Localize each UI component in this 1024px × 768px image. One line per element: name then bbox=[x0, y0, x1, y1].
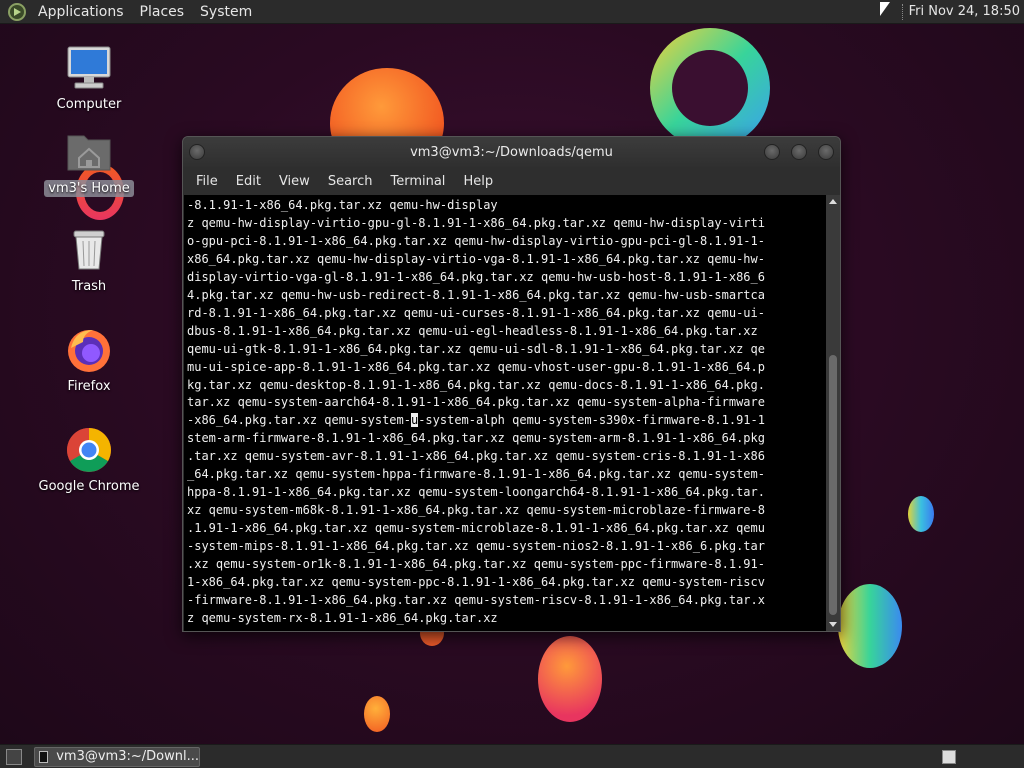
scroll-down-icon[interactable] bbox=[829, 622, 837, 627]
desktop-icon-home[interactable]: vm3's Home bbox=[34, 128, 144, 197]
clock[interactable]: Fri Nov 24, 18:50 bbox=[909, 4, 1024, 19]
desktop-icon-chrome[interactable]: Google Chrome bbox=[34, 426, 144, 495]
terminal-line: stem-arm-firmware-8.1.91-1-x86_64.pkg.ta… bbox=[187, 431, 765, 446]
menu-terminal[interactable]: Terminal bbox=[381, 174, 454, 189]
terminal-line: x86_64.pkg.tar.xz qemu-hw-display-virtio… bbox=[187, 251, 765, 266]
taskbar-item-label: vm3@vm3:~/Downl... bbox=[56, 749, 199, 764]
terminal-line: .xz qemu-system-or1k-8.1.91-1-x86_64.pkg… bbox=[187, 557, 765, 572]
terminal-line: _64.pkg.tar.xz qemu-system-hppa-firmware… bbox=[187, 467, 765, 482]
wallpaper-blob-bottom-left bbox=[364, 696, 390, 732]
terminal-window[interactable]: vm3@vm3:~/Downloads/qemu File Edit View … bbox=[182, 136, 841, 632]
show-desktop-button[interactable] bbox=[6, 748, 22, 765]
terminal-line: -8.1.91-1-x86_64.pkg.tar.xz qemu-hw-disp… bbox=[187, 198, 498, 212]
scroll-up-icon[interactable] bbox=[829, 199, 837, 204]
workspace-switcher[interactable] bbox=[942, 749, 956, 764]
wallpaper-blob-right-small bbox=[908, 496, 934, 532]
terminal-line: kg.tar.xz qemu-desktop-8.1.91-1-x86_64.p… bbox=[187, 377, 765, 392]
terminal-line: qemu-ui-gtk-8.1.91-1-x86_64.pkg.tar.xz q… bbox=[187, 341, 765, 356]
terminal-line: .1.91-1-x86_64.pkg.tar.xz qemu-system-mi… bbox=[187, 521, 765, 536]
terminal-line: z qemu-system-rx-8.1.91-1-x86_64.pkg.tar… bbox=[187, 610, 498, 625]
terminal-line: mu-ui-spice-app-8.1.91-1-x86_64.pkg.tar.… bbox=[187, 359, 765, 374]
desktop-icon-label: Trash bbox=[71, 279, 107, 294]
terminal-line: dbus-8.1.91-1-x86_64.pkg.tar.xz qemu-ui-… bbox=[187, 323, 758, 338]
terminal-line: hppa-8.1.91-1-x86_64.pkg.tar.xz qemu-sys… bbox=[187, 485, 765, 500]
close-button[interactable] bbox=[818, 144, 834, 160]
desktop-icon-computer[interactable]: Computer bbox=[34, 44, 144, 113]
desktop-icon-label: Google Chrome bbox=[38, 479, 140, 494]
window-title: vm3@vm3:~/Downloads/qemu bbox=[410, 144, 613, 160]
wallpaper-ring-top bbox=[650, 28, 770, 148]
terminal-line: display-virtio-vga-gl-8.1.91-1-x86_64.pk… bbox=[187, 269, 765, 284]
home-folder-icon bbox=[65, 128, 113, 176]
desktop-icon-trash[interactable]: Trash bbox=[34, 226, 144, 295]
system-logo-icon[interactable] bbox=[8, 2, 26, 21]
firefox-icon bbox=[65, 326, 113, 374]
menu-applications[interactable]: Applications bbox=[30, 0, 132, 24]
window-titlebar[interactable]: vm3@vm3:~/Downloads/qemu bbox=[183, 137, 840, 167]
maximize-button[interactable] bbox=[791, 144, 807, 160]
mouse-pointer-icon bbox=[880, 2, 890, 16]
desktop-icon-label: Firefox bbox=[67, 379, 111, 394]
terminal-line: 1-x86_64.pkg.tar.xz qemu-system-ppc-8.1.… bbox=[187, 575, 765, 590]
terminal-output[interactable]: -8.1.91-1-x86_64.pkg.tar.xz qemu-hw-disp… bbox=[184, 195, 826, 631]
desktop-icon-label: Computer bbox=[56, 97, 122, 112]
chrome-icon bbox=[65, 426, 113, 474]
terminal-line: -system-mips-8.1.91-1-x86_64.pkg.tar.xz … bbox=[187, 539, 765, 554]
desktop-icon-firefox[interactable]: Firefox bbox=[34, 326, 144, 395]
terminal-line: 4.pkg.tar.xz qemu-hw-usb-redirect-8.1.91… bbox=[187, 287, 765, 302]
menu-edit[interactable]: Edit bbox=[227, 174, 270, 189]
terminal-scrollbar[interactable] bbox=[826, 195, 840, 631]
computer-icon bbox=[65, 44, 113, 92]
menu-view[interactable]: View bbox=[270, 174, 319, 189]
menu-places[interactable]: Places bbox=[132, 0, 193, 24]
menu-file[interactable]: File bbox=[187, 174, 227, 189]
bottom-panel: vm3@vm3:~/Downl... bbox=[0, 744, 1024, 768]
menu-search[interactable]: Search bbox=[319, 174, 382, 189]
terminal-line: .tar.xz qemu-system-avr-8.1.91-1-x86_64.… bbox=[187, 449, 765, 464]
minimize-button[interactable] bbox=[764, 144, 780, 160]
terminal-line: tar.xz qemu-system-aarch64-8.1.91-1-x86_… bbox=[187, 395, 765, 410]
menu-help[interactable]: Help bbox=[454, 174, 502, 189]
terminal-icon bbox=[39, 750, 49, 763]
window-menu-icon[interactable] bbox=[189, 144, 205, 160]
panel-separator bbox=[901, 3, 903, 20]
trash-icon bbox=[65, 226, 113, 274]
terminal-line-cursor: -x86_64.pkg.tar.xz qemu-system-u-system-… bbox=[187, 413, 765, 428]
terminal-line: rd-8.1.91-1-x86_64.pkg.tar.xz qemu-ui-cu… bbox=[187, 305, 765, 320]
wallpaper-blob-right-large bbox=[838, 584, 902, 668]
terminal-menubar: File Edit View Search Terminal Help bbox=[183, 167, 840, 195]
terminal-line: xz qemu-system-m68k-8.1.91-1-x86_64.pkg.… bbox=[187, 503, 765, 518]
scrollbar-thumb[interactable] bbox=[829, 355, 837, 615]
top-panel: Applications Places System Fri Nov 24, 1… bbox=[0, 0, 1024, 24]
wallpaper-blob-bottom bbox=[538, 636, 602, 722]
taskbar-item-terminal[interactable]: vm3@vm3:~/Downl... bbox=[34, 746, 200, 767]
terminal-line: -firmware-8.1.91-1-x86_64.pkg.tar.xz qem… bbox=[187, 592, 765, 607]
desktop-icon-label: vm3's Home bbox=[44, 180, 134, 197]
terminal-line: z qemu-hw-display-virtio-gpu-gl-8.1.91-1… bbox=[187, 215, 765, 230]
menu-system[interactable]: System bbox=[192, 0, 260, 24]
terminal-line: o-gpu-pci-8.1.91-1-x86_64.pkg.tar.xz qem… bbox=[187, 233, 765, 248]
